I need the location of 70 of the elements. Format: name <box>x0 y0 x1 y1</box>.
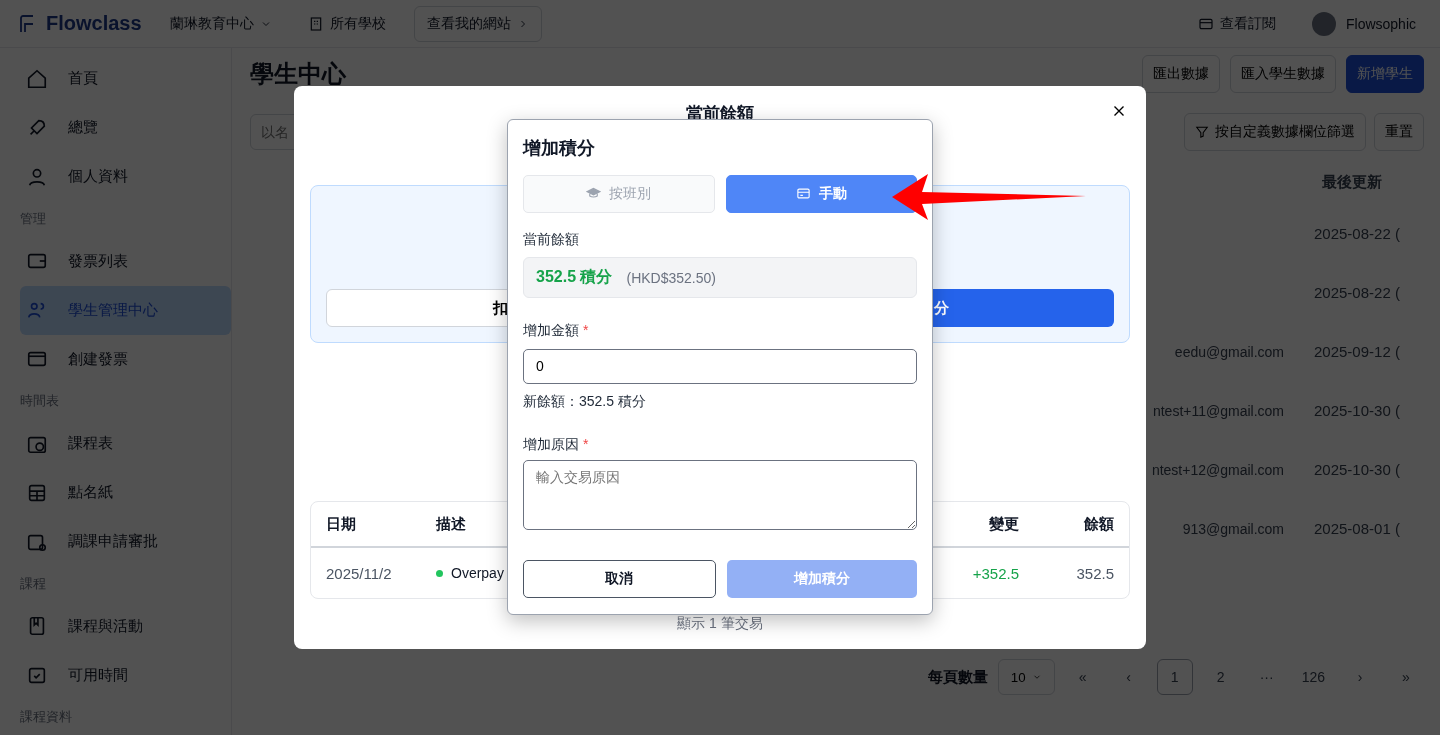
cancel-button[interactable]: 取消 <box>523 560 716 598</box>
page-size-label: 每頁數量 <box>927 667 988 687</box>
sidebar-item[interactable]: 個人資料 <box>20 152 231 202</box>
sidebar-item[interactable]: 發票列表 <box>20 236 231 286</box>
page-button[interactable]: « <box>1064 659 1101 695</box>
action-button[interactable]: 匯出數據 <box>1142 55 1220 93</box>
filter-icon <box>1195 125 1209 139</box>
table-cell: 913@gmail.com <box>1182 520 1284 537</box>
sidebar-item[interactable]: 調課申請審批 <box>20 517 231 567</box>
page-button[interactable]: 1 <box>1156 659 1193 695</box>
school-selector[interactable]: 蘭琳教育中心 <box>161 8 280 39</box>
table-cell-text: +352.5 <box>971 564 1019 582</box>
page-button[interactable]: › <box>1342 659 1378 695</box>
sidebar-item[interactable]: 課程與活動 <box>20 601 231 651</box>
sidebar-item[interactable]: 可用時間 <box>20 650 231 700</box>
sidebar-item[interactable]: 創建發票 <box>20 334 231 384</box>
dialog-title: 增加積分 <box>523 137 596 160</box>
logo-text: Flowclass <box>46 12 142 35</box>
sidebar-item[interactable]: 首頁 <box>20 54 231 104</box>
table-cell-text: 2025-08-01 ( <box>1314 520 1401 537</box>
required-mark: * <box>583 435 589 454</box>
action-button[interactable]: 新增學生 <box>1346 55 1424 93</box>
table-cell: Overpay <box>451 565 504 581</box>
avatar <box>1311 11 1336 36</box>
field-label: 當前餘額 <box>523 230 580 249</box>
table-cell-text: 2025-08-22 ( <box>1314 225 1401 242</box>
mode-tab[interactable]: 手動 <box>725 174 917 213</box>
page-button[interactable]: » <box>1388 659 1424 695</box>
sidebar-item[interactable]: 總覽 <box>20 103 231 153</box>
page-button[interactable]: 126 <box>1294 659 1332 695</box>
table-cell-text: 2025-09-12 ( <box>1314 343 1401 360</box>
table-cell-text: 352.5 <box>1075 564 1114 582</box>
action-button[interactable]: 匯入學生數據 <box>1230 55 1336 93</box>
view-site-button[interactable]: 查看我的網站 <box>413 5 542 42</box>
user-menu[interactable]: Flowsophic <box>1303 5 1424 42</box>
column-header: 描述 <box>436 514 467 534</box>
field-label: 增加原因 <box>523 435 579 454</box>
field-label: 增加金額 <box>523 322 579 341</box>
table-cell: ntest+11@gmail.com <box>1152 402 1284 419</box>
sidebar-item[interactable]: 點名紙 <box>20 468 231 518</box>
balance-points: 352.5 積分 <box>536 267 613 288</box>
table-cell-text: 2025-10-30 ( <box>1314 402 1401 419</box>
column-header: 餘額 <box>1083 514 1114 534</box>
all-schools-button[interactable]: 所有學校 <box>299 8 394 39</box>
reason-field[interactable]: 輸入交易原因 <box>523 460 917 530</box>
sidebar-icon <box>26 67 48 90</box>
page-size-select[interactable]: 10 <box>997 659 1055 695</box>
page-button[interactable]: 2 <box>1202 659 1239 695</box>
column-header: 最後更新 <box>1321 172 1383 192</box>
table-cell-text: 2025-08-22 ( <box>1314 284 1401 301</box>
filter-button[interactable]: 按自定義數據欄位篩選 <box>1184 113 1366 151</box>
amount-field[interactable]: 0 <box>523 348 917 385</box>
column-header: 變更 <box>988 514 1019 534</box>
transaction-count: 顯示 1 筆交易 <box>676 615 764 633</box>
table-cell: eedu@gmail.com <box>1174 343 1284 360</box>
page-title: 學生中心 <box>250 59 346 89</box>
table-cell-text: 2025-10-30 ( <box>1314 461 1401 478</box>
balance-amount: (HKD$352.50) <box>626 269 716 286</box>
table-cell: ntest+12@gmail.com <box>1151 461 1284 478</box>
sidebar-item[interactable]: 課程表 <box>20 419 231 469</box>
card-icon <box>795 186 811 202</box>
subscription-button[interactable]: 查看訂閱 <box>1189 8 1284 39</box>
reset-button[interactable]: 重置 <box>1374 113 1424 151</box>
page-button[interactable]: ··· <box>1248 659 1285 695</box>
new-balance-text: 新餘額：352.5 積分 <box>523 393 647 412</box>
column-header: 日期 <box>326 514 357 534</box>
required-mark: * <box>583 322 589 341</box>
table-cell-text: 2025/11/2 <box>326 564 393 582</box>
mode-tab[interactable]: 按班別 <box>523 174 715 213</box>
page-button[interactable]: ‹ <box>1110 659 1147 695</box>
